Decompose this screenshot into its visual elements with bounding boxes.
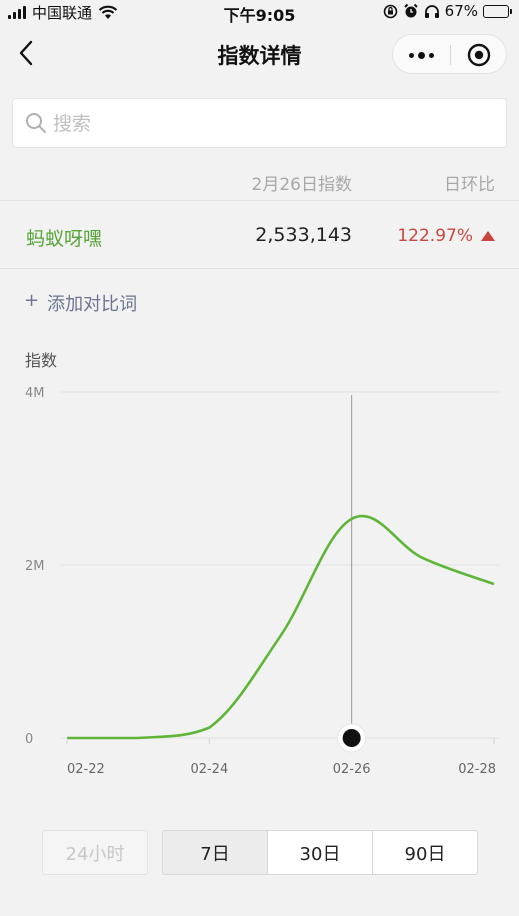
search-input[interactable] (53, 111, 493, 137)
add-compare-label: 添加对比词 (47, 294, 138, 315)
tab-7-days[interactable]: 7日 (162, 830, 268, 875)
divider (0, 200, 519, 201)
series-line (67, 514, 495, 740)
triangle-up-icon (481, 231, 495, 241)
y-tick-label: 0 (25, 732, 33, 747)
time-range-tabs: 24小时 7日 30日 90日 (42, 830, 478, 875)
status-bar: 中国联通 下午9:05 67% (0, 0, 519, 25)
y-tick-label: 4M (25, 386, 45, 401)
plus-icon: + (24, 290, 40, 311)
keyword-ratio: 122.97% (397, 226, 495, 246)
rotation-lock-icon (383, 4, 397, 18)
tab-24-hours: 24小时 (42, 830, 148, 875)
tab-30-days[interactable]: 30日 (268, 830, 373, 875)
search-icon (26, 113, 46, 133)
add-compare-button[interactable]: + 添加对比词 (24, 290, 137, 316)
mini-program-capsule (392, 34, 507, 74)
date-index-header: 2月26日指数 (251, 175, 352, 195)
alarm-icon (403, 3, 418, 18)
daily-ratio-header: 日环比 (444, 175, 495, 195)
close-icon (467, 43, 491, 67)
tab-90-days[interactable]: 90日 (373, 830, 478, 875)
selection-handle (342, 729, 361, 747)
keyword-name[interactable]: 蚂蚁呀嘿 (26, 224, 102, 251)
y-tick-label: 2M (25, 559, 45, 574)
battery-icon (483, 4, 512, 18)
battery-percent: 67% (444, 2, 478, 20)
x-tick-label: 02-24 (190, 762, 228, 777)
more-icon (409, 51, 434, 59)
nav-bar: 指数详情 (0, 24, 519, 84)
divider (0, 268, 519, 269)
index-line-chart[interactable]: 指数 0 2M 4M 02-22 02-24 02-26 02-28 (0, 340, 519, 790)
headphones-icon (424, 4, 439, 18)
status-bar-right: 67% (383, 2, 512, 20)
keyword-index-value: 2,533,143 (255, 224, 352, 246)
x-tick-label: 02-26 (333, 762, 371, 777)
close-button[interactable] (451, 35, 507, 75)
search-box[interactable] (12, 98, 507, 148)
ratio-value: 122.97% (397, 226, 473, 246)
chart-y-axis-title: 指数 (25, 351, 57, 370)
x-tick-label: 02-22 (67, 762, 105, 777)
more-button[interactable] (393, 35, 450, 75)
x-tick-label: 02-28 (458, 762, 496, 777)
